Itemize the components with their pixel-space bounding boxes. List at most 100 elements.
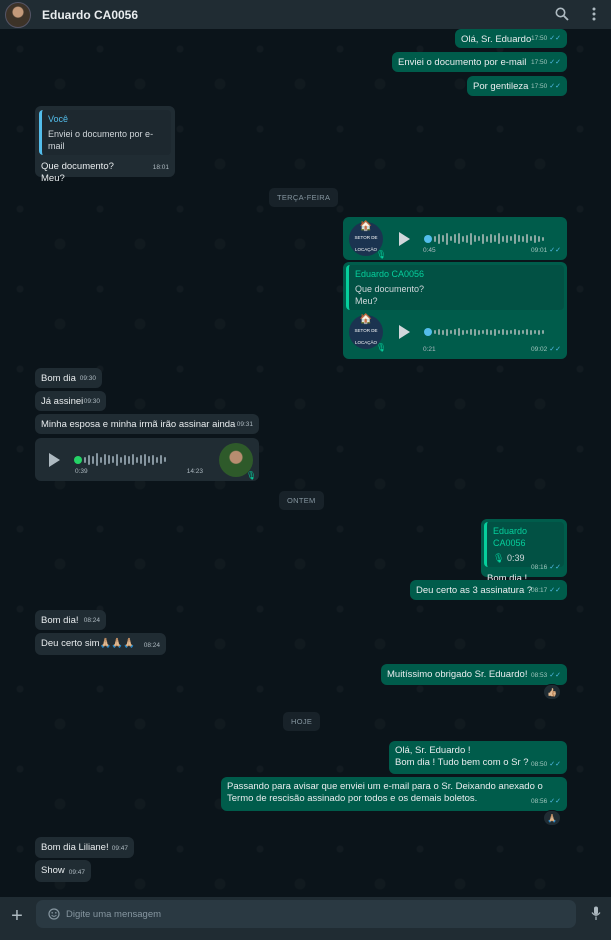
mic-icon: 🎙	[246, 470, 257, 480]
mic-icon: 🎙	[376, 343, 387, 352]
menu-icon[interactable]	[585, 5, 603, 23]
read-ticks-icon: ✓✓	[549, 761, 561, 768]
message-bubble[interactable]: Eduardo CA0056 🎙 0:39 Bom dia ! 08:16 ✓✓	[481, 519, 567, 584]
mic-icon: 🎙	[376, 249, 387, 259]
avatar-label: LOCAÇÃO	[354, 340, 377, 345]
quote-voice-duration: 0:39	[506, 553, 525, 563]
voice-message[interactable]: 🎙 0:39 14:23	[35, 438, 259, 481]
message-text: Deu certo sim🙏🏼🙏🏼🙏🏼	[41, 638, 136, 649]
voice-message[interactable]: Eduardo CA0056 Que documento? Meu? 🏠 SET…	[343, 262, 567, 359]
message-text: Bom dia!	[41, 615, 79, 626]
quoted-message[interactable]: Eduardo CA0056 🎙 0:39	[484, 522, 564, 567]
voice-message[interactable]: 🏠 SETOR DE LOCAÇÃO 🎙 0:45 09:01 ✓✓	[343, 217, 567, 260]
attach-plus-icon[interactable]: +	[8, 906, 26, 926]
message-time: 17:50	[530, 35, 548, 42]
message-text: Enviei o documento por e-mail	[398, 57, 527, 68]
play-button[interactable]	[399, 325, 410, 339]
play-button[interactable]	[399, 231, 410, 246]
message-line: Passando para avisar que enviei um e-mai…	[227, 781, 543, 792]
message-text: Minha esposa e minha irmã irão assinar a…	[41, 419, 236, 430]
sender-avatar: 🏠 SETOR DE LOCAÇÃO 🎙	[349, 314, 387, 352]
message-text: Show	[41, 865, 65, 876]
chat-header[interactable]: Eduardo CA0056	[0, 0, 611, 29]
message-time: 08:24	[83, 617, 100, 624]
emoji-icon[interactable]	[48, 908, 60, 920]
mic-icon[interactable]	[591, 906, 601, 926]
message-bubble[interactable]: Minha esposa e minha irmã irão assinar a…	[35, 414, 259, 434]
message-bubble[interactable]: Bom dia! 08:24	[35, 610, 106, 630]
read-ticks-icon: ✓✓	[549, 346, 561, 353]
contact-name[interactable]: Eduardo CA0056	[42, 8, 138, 22]
contact-avatar[interactable]	[5, 1, 31, 28]
message-bubble[interactable]: Olá, Sr. Eduardo 17:50 ✓✓	[455, 29, 567, 48]
message-time: 09:30	[83, 398, 100, 405]
read-ticks-icon: ✓✓	[549, 587, 561, 594]
message-text: Já assinei	[41, 396, 84, 407]
message-time: 14:23	[186, 468, 203, 475]
reaction-badge[interactable]: 👍🏼	[543, 684, 561, 700]
search-icon[interactable]	[553, 5, 571, 23]
playback-slider[interactable]	[424, 328, 432, 336]
message-bubble[interactable]: Enviei o documento por e-mail 17:50 ✓✓	[392, 52, 567, 72]
quote-author: Eduardo CA0056	[355, 269, 425, 279]
message-time: 08:16	[530, 564, 548, 571]
message-bubble[interactable]: Passando para avisar que enviei um e-mai…	[221, 777, 567, 811]
composer-bar: +	[0, 897, 611, 940]
message-time: 08:56	[530, 798, 548, 805]
message-bubble[interactable]: Já assinei 09:30	[35, 391, 106, 411]
message-time: 09:30	[79, 375, 96, 382]
read-ticks-icon: ✓✓	[549, 59, 561, 66]
quote-author: Você	[48, 114, 69, 124]
message-bubble[interactable]: Bom dia 09:30	[35, 368, 102, 388]
read-ticks-icon: ✓✓	[549, 35, 561, 42]
message-bubble[interactable]: Muitíssimo obrigado Sr. Eduardo! 08:53 ✓✓	[381, 664, 567, 685]
chat-scrollbar[interactable]	[607, 29, 611, 897]
message-bubble[interactable]: Show 09:47	[35, 860, 91, 882]
message-bubble[interactable]: Você Enviei o documento por e-mail Que d…	[35, 106, 175, 184]
date-separator: HOJE	[283, 712, 321, 731]
quoted-message[interactable]: Eduardo CA0056 Que documento? Meu?	[346, 265, 564, 310]
message-bubble[interactable]: Bom dia Liliane! 09:47	[35, 837, 134, 858]
message-time: 09:02	[530, 346, 548, 353]
read-ticks-icon: ✓✓	[549, 672, 561, 679]
voice-duration: 0:21	[423, 346, 436, 353]
house-icon: 🏠	[359, 314, 373, 325]
read-ticks-icon: ✓✓	[549, 83, 561, 90]
chat-area[interactable]: Olá, Sr. Eduardo 17:50 ✓✓ Enviei o docume…	[0, 29, 611, 897]
date-separator: ONTEM	[279, 491, 324, 510]
sender-avatar: 🏠 SETOR DE LOCAÇÃO 🎙	[349, 220, 387, 259]
quote-text: Meu?	[355, 296, 378, 306]
message-bubble[interactable]: Deu certo sim🙏🏼🙏🏼🙏🏼 08:24	[35, 633, 166, 655]
message-text: Olá, Sr. Eduardo	[461, 34, 532, 45]
playback-slider[interactable]	[424, 234, 432, 243]
avatar-label: SETOR DE	[354, 234, 378, 240]
quote-text: Que documento?	[355, 284, 425, 294]
message-bubble[interactable]: Olá, Sr. Eduardo ! Bom dia ! Tudo bem co…	[389, 741, 567, 774]
message-text: Bom dia	[41, 373, 76, 384]
message-input-container[interactable]	[36, 900, 576, 928]
date-separator: TERÇA-FEIRA	[269, 188, 339, 207]
reaction-badge[interactable]: 🙏🏼	[543, 810, 561, 826]
message-time: 17:50	[530, 83, 548, 90]
message-text: Deu certo as 3 assinatura ?	[416, 585, 533, 596]
message-time: 08:17	[530, 587, 548, 594]
message-time: 08:24	[143, 642, 160, 649]
message-line: Termo de rescisão assinado por todos e o…	[227, 793, 478, 804]
message-bubble[interactable]: Por gentileza 17:50 ✓✓	[467, 76, 567, 96]
message-text: Muitíssimo obrigado Sr. Eduardo!	[387, 669, 528, 680]
voice-duration: 0:45	[423, 247, 436, 254]
mic-icon: 🎙	[493, 553, 505, 563]
message-text: Que documento? Meu?	[39, 161, 171, 185]
message-time: 08:53	[530, 672, 548, 679]
read-ticks-icon: ✓✓	[549, 564, 561, 571]
message-bubble[interactable]: Deu certo as 3 assinatura ? 08:17 ✓✓	[410, 580, 567, 600]
play-button[interactable]	[49, 452, 60, 467]
playback-slider[interactable]	[74, 455, 82, 464]
quoted-message[interactable]: Você Enviei o documento por e-mail	[39, 110, 171, 155]
read-ticks-icon: ✓✓	[549, 798, 561, 805]
message-time: 17:50	[530, 59, 548, 66]
message-line: Olá, Sr. Eduardo !	[395, 745, 471, 756]
message-input[interactable]	[64, 907, 548, 921]
house-icon: 🏠	[359, 220, 373, 232]
waveform[interactable]	[434, 322, 564, 342]
